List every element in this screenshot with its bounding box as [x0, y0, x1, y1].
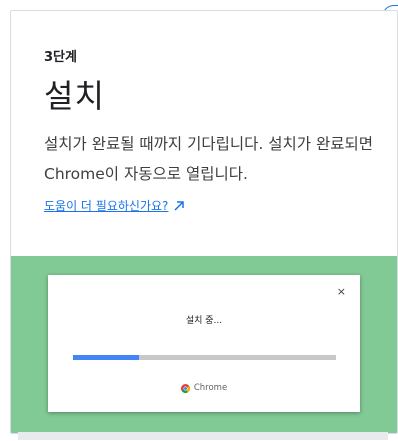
- help-link-text: 도움이 더 필요하신가요?: [44, 199, 169, 213]
- chrome-brand: Chrome: [48, 383, 360, 393]
- step-label: 3단계: [44, 50, 77, 65]
- progress-bar-fill: [73, 355, 139, 360]
- progress-bar: [73, 355, 336, 360]
- close-icon[interactable]: ×: [337, 285, 346, 298]
- install-status-text: 설치 중...: [185, 316, 223, 326]
- chrome-brand-text: Chrome: [193, 383, 228, 393]
- chrome-logo-icon: [180, 383, 190, 393]
- step-title: 설치: [44, 77, 105, 115]
- arrow-up-right-icon: [172, 199, 186, 213]
- help-link[interactable]: 도움이 더 필요하신가요?: [44, 197, 186, 214]
- card-shadow-strip: [18, 432, 388, 440]
- step-description: 설치가 완료될 때까지 기다립니다. 설치가 완료되면 Chrome이 자동으로…: [44, 135, 374, 183]
- installer-dialog: × 설치 중... Chrome: [48, 275, 360, 412]
- page: 3단계 설치 설치가 완료될 때까지 기다립니다. 설치가 완료되면 Chrom…: [0, 0, 398, 441]
